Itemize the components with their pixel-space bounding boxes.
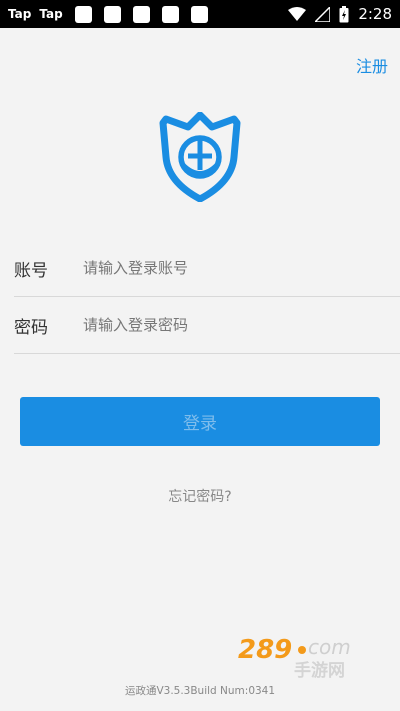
account-input[interactable]	[81, 258, 385, 278]
notification-icon	[74, 5, 92, 23]
version-text: 运政通V3.5.3Build Num:0341	[124, 685, 276, 697]
notification-icon	[132, 5, 150, 23]
forgot-password-link[interactable]: 忘记密码?	[0, 486, 400, 506]
status-time: 2:28	[358, 5, 392, 23]
password-input[interactable]	[81, 315, 385, 335]
notification-icon	[161, 5, 179, 23]
svg-text:手游网: 手游网	[294, 660, 345, 680]
notification-icon	[190, 5, 208, 23]
status-bar: Tap Tap 2:28	[0, 0, 400, 28]
status-bar-right: 2:28	[288, 0, 392, 28]
svg-text:com: com	[308, 635, 351, 659]
register-link[interactable]: 注册	[356, 53, 388, 77]
watermark-logo: 289 com 手游网	[238, 635, 351, 680]
status-app-label: Tap	[39, 7, 63, 21]
password-label: 密码	[14, 317, 48, 338]
notification-icon	[103, 5, 121, 23]
login-button[interactable]: 登录	[20, 397, 380, 446]
status-bar-left: Tap Tap	[0, 5, 208, 23]
wifi-icon	[288, 7, 307, 21]
password-row: 密码	[14, 297, 400, 354]
account-row: 账号	[14, 240, 400, 297]
shield-logo-icon	[159, 112, 241, 202]
account-label: 账号	[14, 260, 48, 281]
svg-text:289: 289	[238, 635, 292, 665]
signal-icon	[315, 6, 331, 22]
battery-icon	[339, 5, 349, 22]
status-app-label: Tap	[8, 7, 32, 21]
